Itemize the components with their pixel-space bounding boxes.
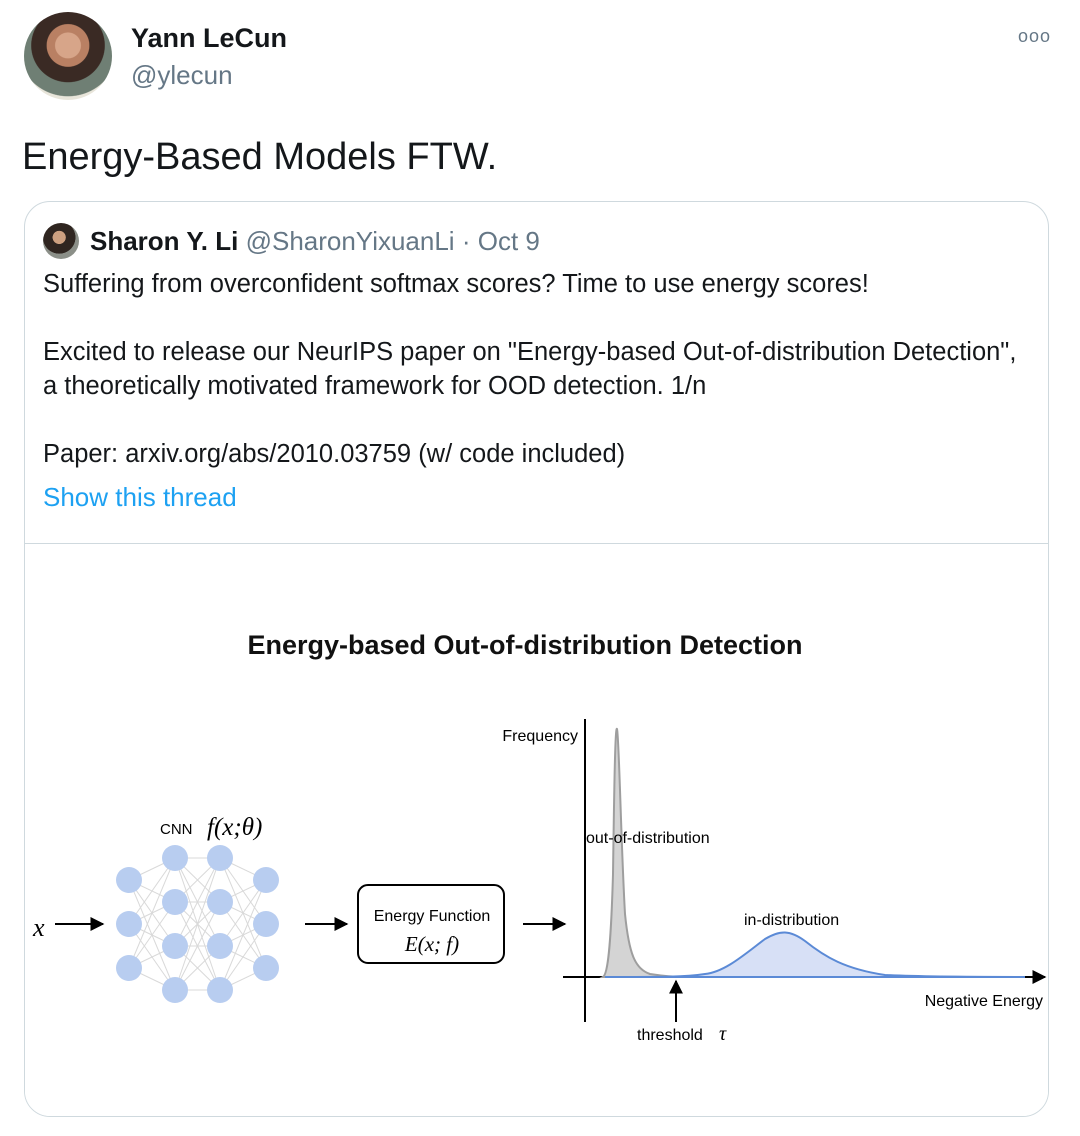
- network-node: [253, 911, 279, 937]
- input-x-label: x: [32, 913, 45, 942]
- network-node: [162, 977, 188, 1003]
- id-label: in-distribution: [744, 912, 839, 929]
- network-node: [116, 911, 142, 937]
- out-of-distribution-curve: [599, 727, 686, 978]
- more-options-icon[interactable]: ooo: [1018, 26, 1051, 47]
- y-axis-label: Frequency: [502, 728, 578, 745]
- quoted-paragraph: Suffering from overconfident softmax sco…: [43, 270, 869, 298]
- network-node: [162, 889, 188, 915]
- network-node: [162, 933, 188, 959]
- quoted-author-handle: @SharonYixuanLi: [245, 226, 455, 256]
- network-node: [116, 867, 142, 893]
- author-avatar[interactable]: [24, 12, 112, 100]
- network-node: [162, 845, 188, 871]
- quoted-tweet-header: Sharon Y. Li @SharonYixuanLi · Oct 9: [90, 224, 540, 258]
- quoted-author-name: Sharon Y. Li: [90, 226, 239, 256]
- energy-ood-figure: Energy-based Out-of-distribution Detecti…: [32, 630, 1047, 1045]
- network-node: [207, 889, 233, 915]
- threshold-symbol: τ: [719, 1023, 727, 1045]
- cnn-function-label: f(x;θ): [207, 814, 262, 841]
- tweet-text: Energy-Based Models FTW.: [22, 136, 498, 178]
- network-node: [207, 933, 233, 959]
- quoted-tweet[interactable]: Sharon Y. Li @SharonYixuanLi · Oct 9 Suf…: [24, 201, 1049, 1117]
- network-node: [207, 845, 233, 871]
- quoted-media[interactable]: Energy-based Out-of-distribution Detecti…: [25, 543, 1048, 1116]
- threshold-label: threshold: [637, 1027, 703, 1044]
- x-axis-label: Negative Energy: [925, 993, 1043, 1010]
- energy-function-formula: E(x; f): [404, 932, 459, 956]
- author-handle[interactable]: @ylecun: [131, 60, 233, 91]
- ood-label: out-of-distribution: [586, 830, 710, 847]
- figure-title: Energy-based Out-of-distribution Detecti…: [247, 630, 802, 660]
- network-node: [253, 955, 279, 981]
- quoted-tweet-date: Oct 9: [477, 226, 540, 256]
- quoted-author-avatar: [43, 223, 79, 259]
- author-name[interactable]: Yann LeCun: [131, 23, 287, 54]
- quoted-paragraph: Excited to release our NeurIPS paper on …: [43, 338, 1017, 400]
- network-node: [253, 867, 279, 893]
- header-separator: ·: [461, 226, 471, 256]
- energy-function-label: Energy Function: [374, 908, 491, 925]
- network-node: [207, 977, 233, 1003]
- quoted-paragraph: Paper: arxiv.org/abs/2010.03759 (w/ code…: [43, 440, 626, 468]
- network-node: [116, 955, 142, 981]
- quoted-tweet-body: Suffering from overconfident softmax sco…: [43, 267, 1033, 471]
- cnn-label: CNN: [160, 821, 193, 838]
- neural-network-diagram: [116, 845, 279, 1003]
- in-distribution-curve: [604, 931, 1026, 978]
- show-thread-link[interactable]: Show this thread: [43, 482, 237, 513]
